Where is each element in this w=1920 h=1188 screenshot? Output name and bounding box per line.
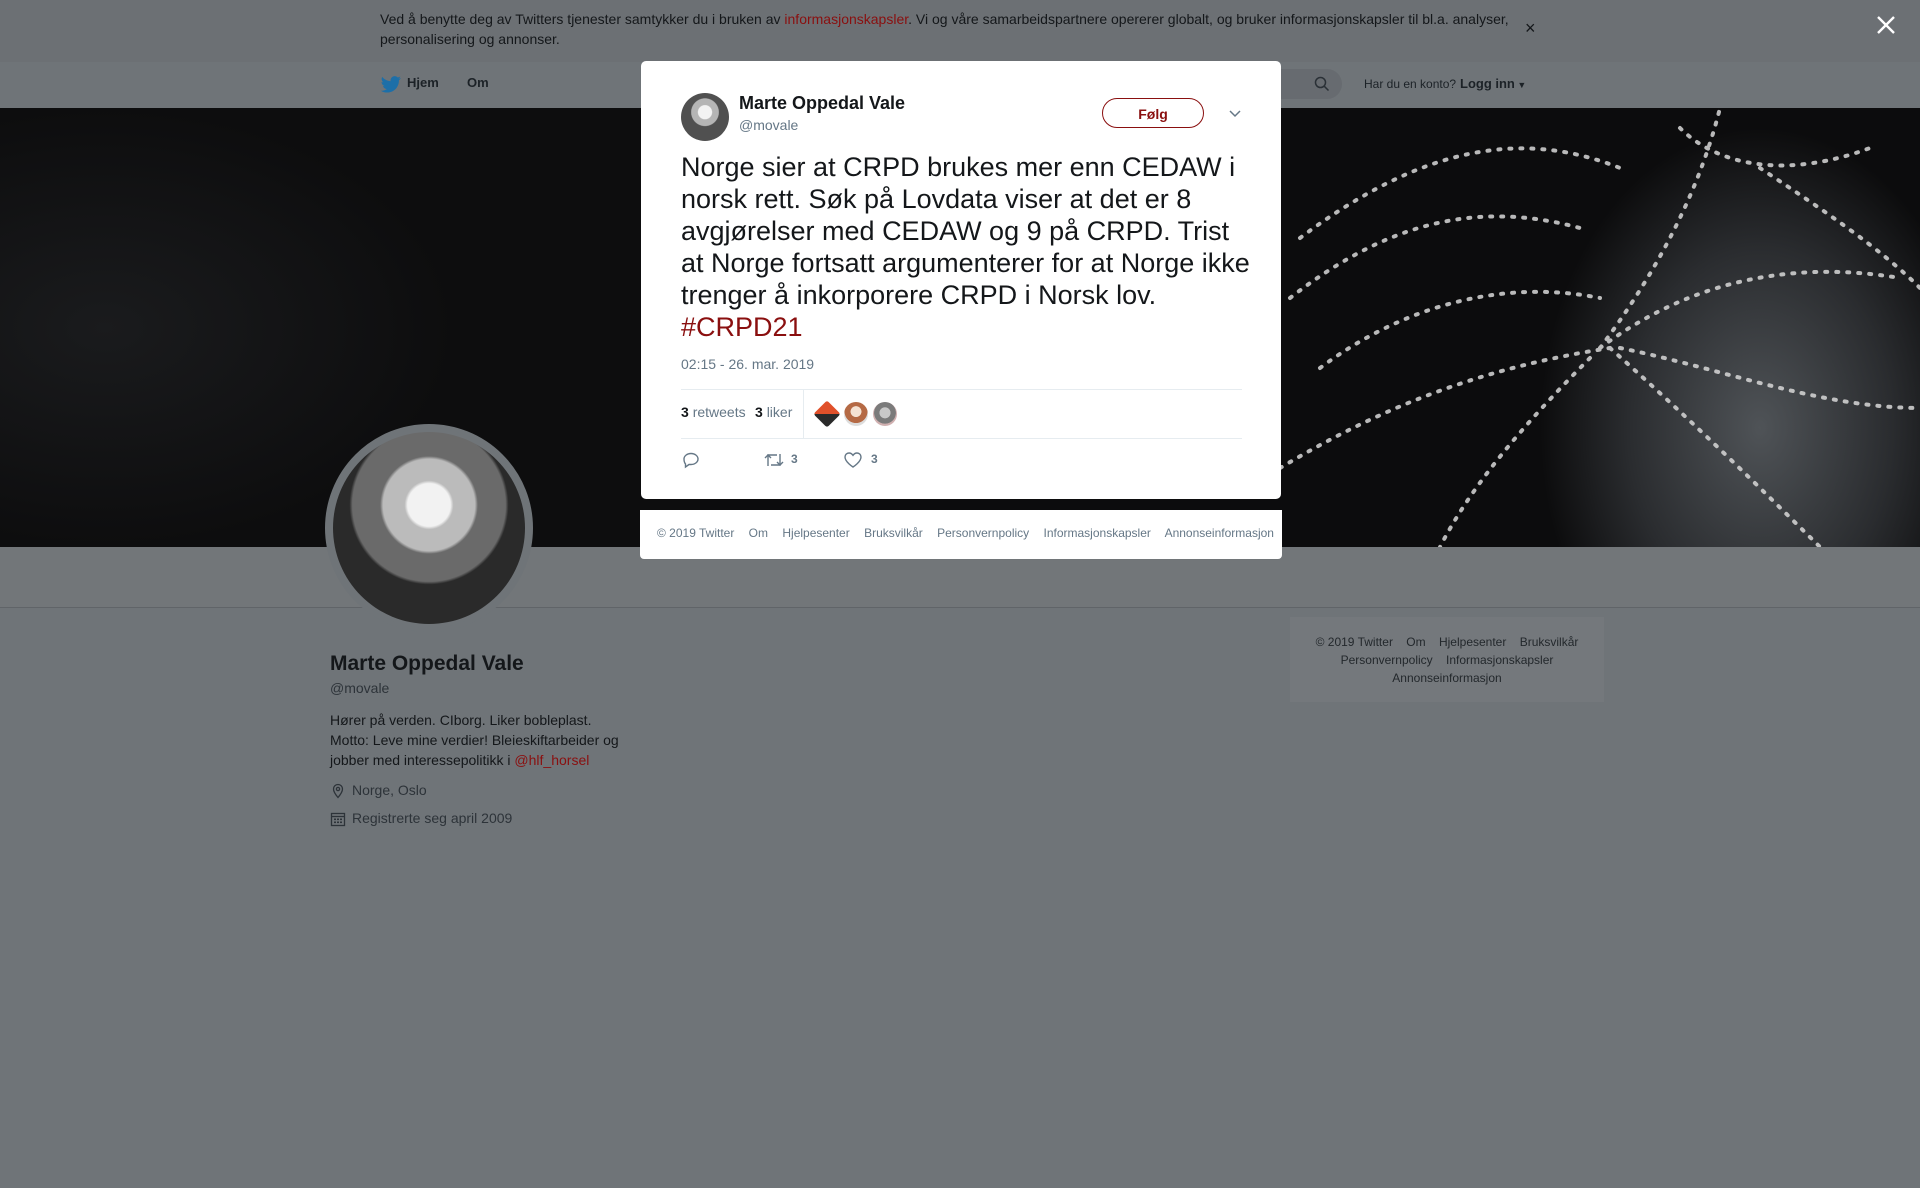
cookie-close-button[interactable]: × bbox=[1525, 18, 1536, 39]
profile-name[interactable]: Marte Oppedal Vale bbox=[330, 652, 524, 676]
tweet-text: Norge sier at CRPD brukes mer enn CEDAW … bbox=[681, 151, 1251, 343]
retweet-icon bbox=[764, 454, 784, 466]
side-footer: © 2019 Twitter Om Hjelpesenter Bruksvilk… bbox=[1290, 617, 1604, 702]
cookie-text: Ved å benytte deg av Twitters tjenester … bbox=[380, 9, 1510, 49]
likes-label: liker bbox=[766, 404, 793, 420]
caret-down-icon: ▼ bbox=[1514, 80, 1527, 90]
nav-home[interactable]: Hjem bbox=[407, 75, 439, 90]
location-icon bbox=[332, 784, 344, 799]
like-count: 3 bbox=[871, 452, 878, 466]
tweet-stats: 3 retweets 3 liker bbox=[681, 389, 1242, 439]
modal-footer-link-help[interactable]: Hjelpesenter bbox=[782, 526, 849, 540]
retweet-count: 3 bbox=[791, 452, 798, 466]
footer-link-terms[interactable]: Bruksvilkår bbox=[1520, 635, 1579, 649]
liker-avatar[interactable] bbox=[873, 402, 897, 426]
footer-link-help[interactable]: Hjelpesenter bbox=[1439, 635, 1506, 649]
cookie-banner: Ved å benytte deg av Twitters tjenester … bbox=[0, 0, 1920, 62]
liker-avatar[interactable] bbox=[813, 400, 841, 428]
chevron-down-icon[interactable] bbox=[1227, 105, 1243, 121]
tweet-modal: Marte Oppedal Vale @movale Følg Norge si… bbox=[641, 61, 1281, 499]
calendar-icon bbox=[330, 813, 346, 827]
nav-about[interactable]: Om bbox=[467, 75, 489, 90]
search-icon[interactable] bbox=[1314, 76, 1330, 92]
footer-copyright: © 2019 Twitter bbox=[1315, 635, 1393, 649]
cookie-text-before: Ved å benytte deg av Twitters tjenester … bbox=[380, 11, 785, 27]
login-label: Logg inn bbox=[1460, 76, 1515, 91]
modal-footer-link-about[interactable]: Om bbox=[749, 526, 768, 540]
modal-footer-link-privacy[interactable]: Personvernpolicy bbox=[937, 526, 1029, 540]
profile-handle[interactable]: @movale bbox=[330, 680, 389, 696]
retweets-label: retweets bbox=[692, 404, 746, 420]
liker-avatar[interactable] bbox=[844, 402, 868, 426]
side-footer-row: Personvernpolicy Informasjonskapsler bbox=[1290, 651, 1604, 669]
footer-link-privacy[interactable]: Personvernpolicy bbox=[1341, 653, 1433, 667]
follow-button[interactable]: Følg bbox=[1102, 98, 1204, 128]
profile-bio: Hører på verden. CIborg. Liker bobleplas… bbox=[330, 710, 620, 770]
profile-joined: Registrerte seg april 2009 bbox=[330, 810, 512, 827]
likes-count: 3 bbox=[755, 404, 763, 420]
footer-link-about[interactable]: Om bbox=[1406, 635, 1425, 649]
footer-link-ads[interactable]: Annonseinformasjon bbox=[1392, 671, 1501, 685]
bio-mention-link[interactable]: @hlf_horsel bbox=[514, 752, 589, 768]
stats-divider bbox=[803, 390, 804, 438]
joined-text: Registrerte seg april 2009 bbox=[352, 810, 513, 826]
likes-stat[interactable]: 3 liker bbox=[755, 404, 792, 420]
retweet-button[interactable]: 3 bbox=[763, 451, 803, 471]
retweets-count: 3 bbox=[681, 404, 689, 420]
tweet-body: Norge sier at CRPD brukes mer enn CEDAW … bbox=[681, 152, 1250, 310]
like-button[interactable]: 3 bbox=[843, 451, 883, 471]
login-button[interactable]: Logg inn ▼ bbox=[1460, 76, 1526, 91]
tweet-author-handle[interactable]: @movale bbox=[739, 117, 798, 133]
modal-footer-link-cookies[interactable]: Informasjonskapsler bbox=[1044, 526, 1151, 540]
modal-footer-link-terms[interactable]: Bruksvilkår bbox=[864, 526, 923, 540]
location-text: Norge, Oslo bbox=[352, 782, 427, 798]
modal-footer-copyright: © 2019 Twitter bbox=[657, 526, 735, 540]
footer-link-cookies[interactable]: Informasjonskapsler bbox=[1446, 653, 1553, 667]
tweet-timestamp[interactable]: 02:15 - 26. mar. 2019 bbox=[681, 356, 814, 372]
close-icon[interactable] bbox=[1875, 14, 1897, 36]
profile-avatar[interactable] bbox=[325, 424, 533, 632]
modal-footer: © 2019 Twitter Om Hjelpesenter Bruksvilk… bbox=[640, 510, 1282, 559]
tweet-actions: 3 3 bbox=[681, 451, 981, 473]
side-footer-row: Annonseinformasjon bbox=[1290, 669, 1604, 687]
tweet-author-avatar[interactable] bbox=[681, 93, 729, 141]
avatar-image bbox=[333, 432, 525, 624]
side-footer-row: © 2019 Twitter Om Hjelpesenter Bruksvilk… bbox=[1290, 633, 1604, 651]
retweets-stat[interactable]: 3 retweets bbox=[681, 404, 746, 420]
cookie-link[interactable]: informasjonskapsler bbox=[784, 11, 908, 27]
heart-icon bbox=[844, 452, 862, 468]
hashtag-link[interactable]: #CRPD21 bbox=[681, 312, 803, 342]
account-question: Har du en konto? bbox=[1364, 77, 1457, 91]
tweet-author-name[interactable]: Marte Oppedal Vale bbox=[739, 93, 905, 114]
reply-icon bbox=[683, 452, 699, 469]
modal-footer-link-ads[interactable]: Annonseinformasjon bbox=[1165, 526, 1274, 540]
profile-location: Norge, Oslo bbox=[330, 782, 427, 799]
twitter-bird-icon[interactable] bbox=[380, 76, 402, 94]
